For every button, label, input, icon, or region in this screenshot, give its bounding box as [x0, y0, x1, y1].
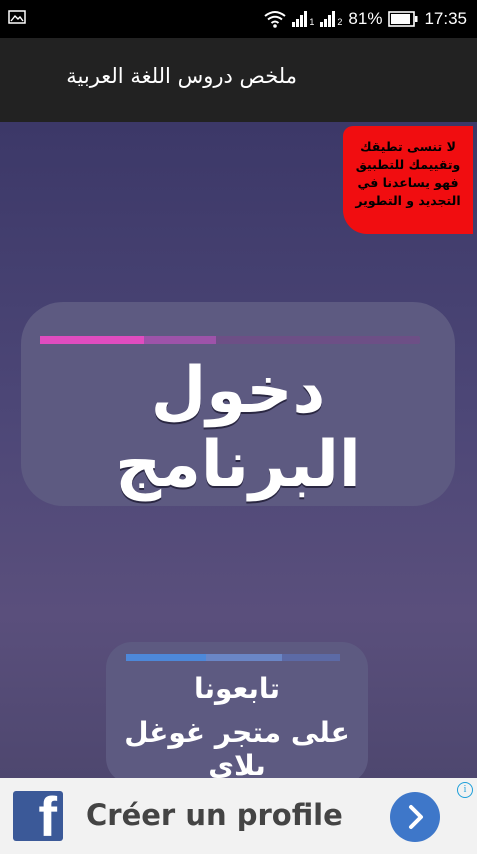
follow-progress-segment	[126, 654, 206, 661]
ad-banner[interactable]: f Créer un profile i	[0, 778, 477, 854]
rating-line: لا تنسى تطيقك	[360, 139, 456, 154]
follow-progress-bar	[126, 654, 340, 661]
enter-progress-segment	[144, 336, 216, 344]
wifi-icon	[264, 11, 287, 28]
status-bar: 1 2 81% 17:35	[0, 0, 477, 38]
follow-progress-segment	[206, 654, 282, 661]
enter-progress-bar	[40, 336, 420, 344]
status-right: 1 2 81% 17:35	[264, 0, 467, 38]
app-bar: ملخص دروس اللغة العربية	[0, 38, 477, 122]
clock: 17:35	[424, 9, 467, 28]
rating-line: فهو يساعدنا في	[357, 175, 459, 190]
info-icon[interactable]: i	[457, 782, 473, 798]
app-title: ملخص دروس اللغة العربية	[66, 64, 297, 88]
signal-icon	[292, 11, 308, 27]
enter-app-label: دخول البرنامج	[115, 354, 361, 502]
battery-percent: 81%	[348, 9, 383, 28]
play-store-label: على متجر غوغل بلاي	[124, 716, 350, 782]
facebook-logo-letter: f	[38, 791, 57, 841]
signal-icon	[320, 11, 336, 27]
ad-text: Créer un profile	[86, 798, 343, 832]
facebook-logo-icon: f	[13, 791, 63, 841]
enter-progress-segment	[40, 336, 144, 344]
gallery-icon	[8, 10, 26, 24]
follow-us-button[interactable]: تابعونا على متجر غوغل بلاي	[106, 642, 368, 784]
rating-line: وتقييمك للتطبيق	[355, 157, 461, 172]
follow-us-label: تابعونا	[194, 672, 280, 705]
battery-icon	[388, 11, 418, 27]
signal-2: 2	[320, 11, 342, 27]
rating-line: التجديد و التطوير	[355, 193, 461, 208]
enter-app-button[interactable]: دخول البرنامج	[21, 302, 455, 506]
main-content: لا تنسى تطيقك وتقييمك للتطبيق فهو يساعدن…	[0, 122, 477, 784]
ad-open-button[interactable]	[390, 792, 440, 842]
signal-1-sub: 1	[309, 17, 315, 27]
signal-1: 1	[292, 11, 314, 27]
chevron-right-icon	[409, 805, 423, 829]
signal-2-sub: 2	[337, 17, 343, 27]
rating-banner[interactable]: لا تنسى تطيقك وتقييمك للتطبيق فهو يساعدن…	[343, 126, 473, 234]
